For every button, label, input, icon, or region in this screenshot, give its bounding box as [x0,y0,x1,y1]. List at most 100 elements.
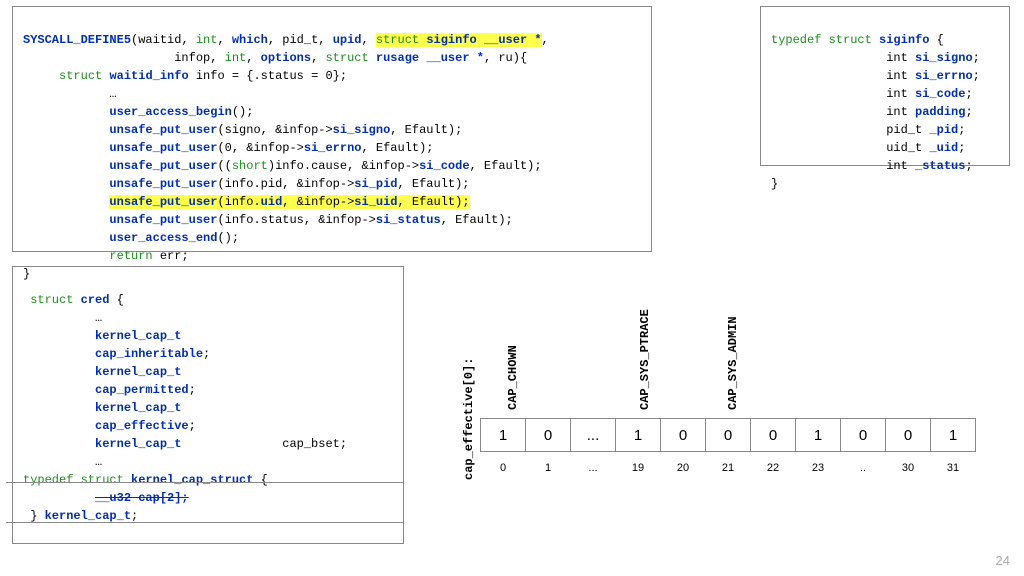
bit-val: 0 [886,419,931,452]
t: ; [973,51,980,65]
t: cap_bset; [181,437,347,451]
bit-val: 1 [616,419,661,452]
t [23,105,109,119]
bit-val: 0 [661,419,706,452]
t [23,419,95,433]
notch-line [6,482,404,483]
bit-idx: 0 [481,452,526,485]
t: … [23,311,102,325]
t: unsafe_put_user [109,195,217,209]
t: si_signo [333,123,391,137]
t: typedef struct [771,33,879,47]
t: pid_t [771,123,929,137]
t: struct [59,69,109,83]
bit-val: ... [571,419,616,452]
t [23,123,109,137]
t: (signo, &infop-> [217,123,332,137]
t: kernel_cap_struct [131,473,253,487]
t [23,159,109,173]
bit-val: 1 [931,419,976,452]
t: struct [23,293,81,307]
t: (0, &infop-> [217,141,303,155]
cap-label-5: CAP_SYS_ADMIN [726,316,740,410]
t [23,231,109,245]
t: )info.cause, &infop-> [268,159,419,173]
t: which [232,33,268,47]
t: si_signo [915,51,973,65]
t [23,491,95,505]
t: kernel_cap_t [45,509,131,523]
t [23,213,109,227]
bit-idx: 30 [886,452,931,485]
t: … [23,87,117,101]
t: int [771,69,915,83]
notch-line [6,522,404,523]
cred-box: struct cred { … kernel_cap_t cap_inherit… [12,266,404,544]
t: waitid_info [109,69,188,83]
t: uid_t [771,141,929,155]
t: cap_inheritable [95,347,203,361]
cap-effective-label: cap_effective[0]: [462,358,476,480]
siginfo-box: typedef struct siginfo { int si_signo; i… [760,6,1010,166]
t [23,347,95,361]
t: (); [232,105,254,119]
t [23,401,95,415]
t: ; [965,87,972,101]
t [23,383,95,397]
t [23,249,109,263]
t: SYSCALL_DEFINE5 [23,33,131,47]
t: } [771,177,778,191]
t: si_pid [354,177,397,191]
t: (waitid, [131,33,196,47]
t: ; [965,159,972,173]
t: _uid [929,141,958,155]
t: , [246,51,260,65]
t: , [311,51,325,65]
t: kernel_cap_t [95,329,181,343]
cap-label-3: CAP_SYS_PTRACE [638,309,652,410]
t: struct [376,33,426,47]
bit-val: 1 [796,419,841,452]
t: return [109,249,152,263]
t: ; [189,419,196,433]
syscall-box: SYSCALL_DEFINE5(waitid, int, which, pid_… [12,6,652,252]
bit-idx: .. [841,452,886,485]
t [23,141,109,155]
t: int [771,105,915,119]
t: (); [217,231,239,245]
t: { [253,473,267,487]
t: ; [958,141,965,155]
t: _pid [929,123,958,137]
t: unsafe_put_user [109,177,217,191]
bits-index-row: 0 1 ... 19 20 21 22 23 .. 30 31 [481,452,976,485]
t: kernel_cap_t [95,437,181,451]
bit-idx: 23 [796,452,841,485]
bit-idx: 1 [526,452,571,485]
bits-table: 1 0 ... 1 0 0 0 1 0 0 1 0 1 ... 19 20 21… [480,418,976,484]
t: ; [203,347,210,361]
bits-row: 1 0 ... 1 0 0 0 1 0 0 1 [481,419,976,452]
bit-val: 0 [706,419,751,452]
t: ; [973,69,980,83]
t: options [261,51,311,65]
bit-val: 1 [481,419,526,452]
t: , Efault); [398,177,470,191]
t: , pid_t, [268,33,333,47]
bit-idx: 22 [751,452,796,485]
t: cap_effective [95,419,189,433]
t: siginfo __user * [426,33,541,47]
t: (info. [217,195,260,209]
t: typedef struct [23,473,131,487]
t: int [225,51,247,65]
bit-idx: 31 [931,452,976,485]
t: infop, [23,51,225,65]
t: (info.pid, &infop-> [217,177,354,191]
t: { [109,293,123,307]
t: int [771,51,915,65]
t: si_status [376,213,441,227]
t: unsafe_put_user [109,159,217,173]
t: , Efault); [398,195,470,209]
t: , Efault); [361,141,433,155]
t: , [542,33,549,47]
t: cred [81,293,110,307]
